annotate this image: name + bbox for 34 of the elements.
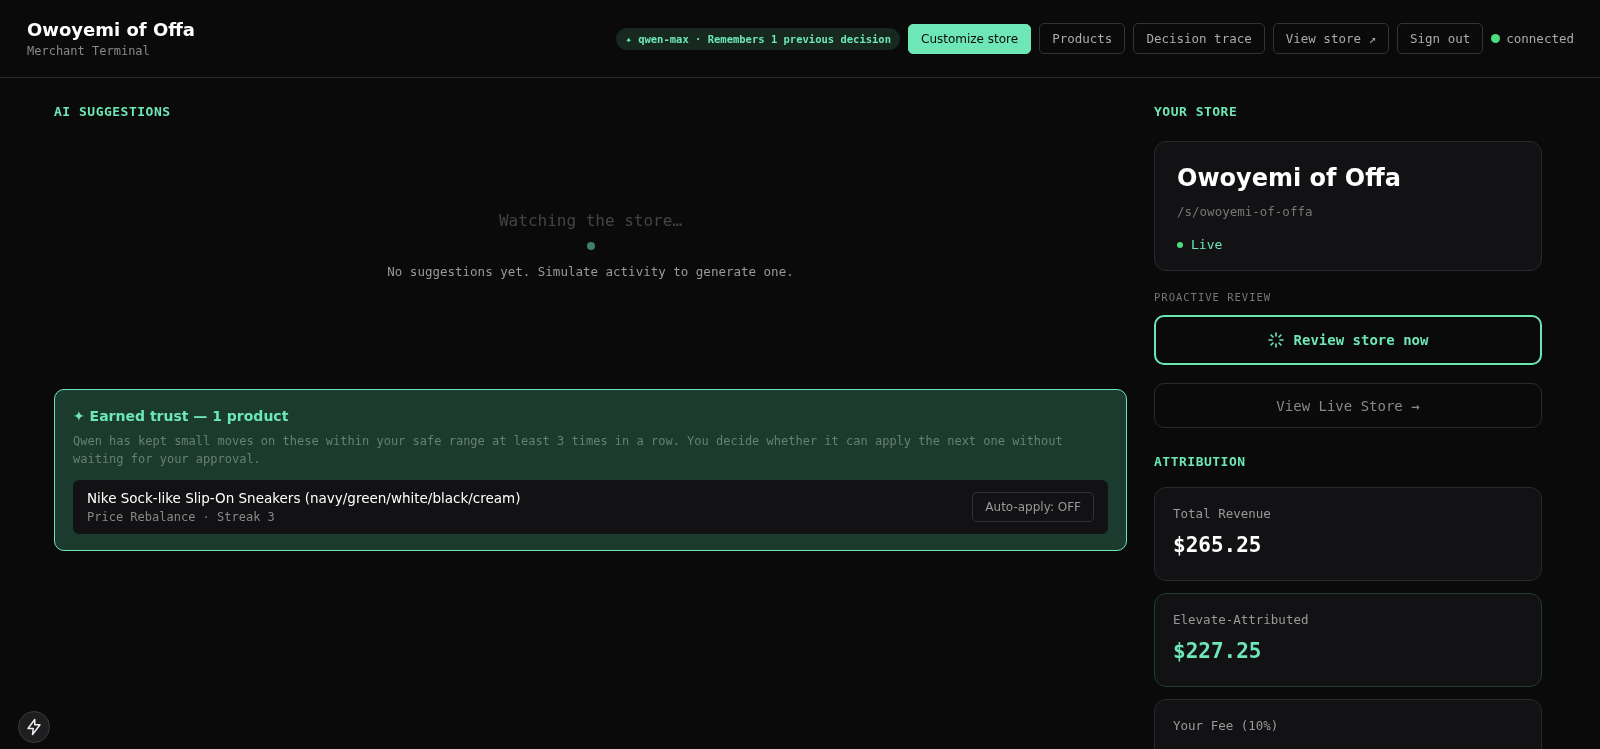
- model-badge: ✦ qwen-max · Remembers 1 previous decision: [616, 27, 900, 50]
- store-status: Live: [1191, 237, 1223, 252]
- metric-label: Total Revenue: [1173, 506, 1272, 521]
- panel-description: Qwen has kept small moves on these within your safe range at least 3 times in a row. You decide whether it can apply the next one without waiting for your approval.: [73, 433, 1064, 468]
- quick-action-button[interactable]: [18, 711, 50, 743]
- section-heading: AI SUGGESTIONS: [54, 104, 172, 119]
- lightning-icon: [25, 718, 43, 736]
- app-subtitle: Merchant Terminal: [27, 44, 151, 58]
- metric-label: Elevate-Attributed: [1173, 612, 1310, 627]
- store-name: Owoyemi of Offa: [1177, 164, 1402, 192]
- metric-label: Your Fee (10%): [1173, 718, 1280, 733]
- app-title: Owoyemi of Offa: [27, 19, 195, 40]
- empty-state-title: Watching the store…: [499, 211, 682, 230]
- nav-button[interactable]: Products: [1039, 23, 1126, 54]
- nav-button[interactable]: Customize store: [908, 23, 1032, 54]
- nav-button[interactable]: Decision trace: [1133, 23, 1265, 54]
- pulse-dot-icon: [586, 242, 595, 250]
- empty-state-text: No suggestions yet. Simulate activity to generate one.: [387, 264, 794, 279]
- subsection-heading: PROACTIVE REVIEW: [1154, 291, 1273, 303]
- spinner-icon: [1267, 332, 1284, 348]
- review-button[interactable]: Review store now: [1154, 315, 1542, 365]
- view-live-store-button[interactable]: View Live Store →: [1154, 383, 1542, 428]
- auto-apply-toggle[interactable]: Auto-apply: OFF: [972, 492, 1094, 522]
- metric-value: $265.25: [1173, 533, 1263, 557]
- product-name: Nike Sock-like Slip-On Sneakers (navy/green/white/black/cream): [87, 490, 521, 506]
- metric-value: $227.25: [1173, 639, 1263, 663]
- nav-button[interactable]: Sign out: [1397, 23, 1484, 54]
- nav-button[interactable]: View store ↗: [1272, 23, 1390, 54]
- section-heading: YOUR STORE: [1154, 104, 1239, 119]
- panel-title: ✦ Earned trust — 1 product: [73, 408, 290, 424]
- section-heading: ATTRIBUTION: [1154, 454, 1247, 469]
- store-path: /s/owoyemi-of-offa: [1177, 204, 1314, 219]
- product-meta: Price Rebalance · Streak 3: [87, 510, 276, 524]
- connection-status: connected: [1506, 31, 1574, 46]
